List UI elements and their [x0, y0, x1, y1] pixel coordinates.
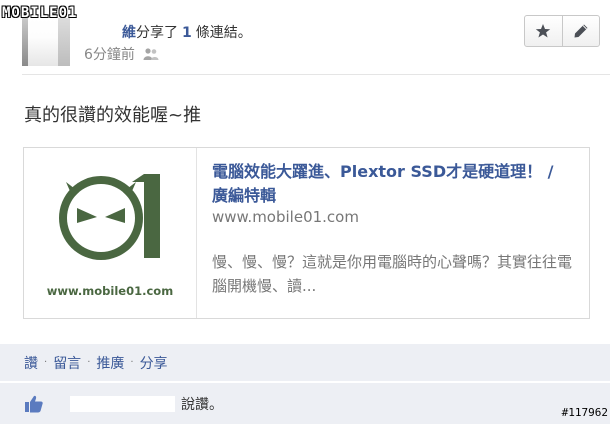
separator-dot: · [130, 357, 134, 368]
edit-button[interactable] [561, 16, 600, 46]
image-id-label: #117962 [561, 406, 608, 419]
post-meta: 6分鐘前 [84, 44, 159, 64]
link-count[interactable]: 1 [178, 25, 196, 41]
avatar[interactable] [22, 18, 70, 66]
link-domain: www.mobile01.com [212, 208, 359, 226]
share-verb: 分享了 [136, 25, 178, 41]
friends-icon [143, 48, 159, 60]
separator-dot: · [87, 357, 91, 368]
author-name[interactable]: 維 [122, 25, 136, 41]
likes-bar: 說讚。 [0, 383, 610, 424]
link-title[interactable]: 電腦效能大躍進、Plextor SSD才是硬道理！ / 廣編特輯 [212, 160, 572, 208]
thumbnail-caption: www.mobile01.com [46, 284, 174, 298]
pencil-icon [574, 24, 588, 38]
share-line: 維分享了 1 條連結。 [122, 22, 252, 42]
star-button[interactable] [525, 16, 562, 46]
mobile01-logo [59, 174, 160, 260]
timestamp[interactable]: 6分鐘前 [84, 44, 135, 64]
link-description: 慢、慢、慢？這就是你用電腦時的心聲嗎？其實往往電腦開機慢、讀... [212, 253, 573, 295]
like-link[interactable]: 讚 [24, 353, 38, 373]
star-icon [536, 24, 551, 38]
header-divider [22, 74, 610, 75]
link-preview-card[interactable]: www.mobile01.com 電腦效能大躍進、Plextor SSD才是硬道… [23, 147, 590, 319]
comment-link[interactable]: 留言 [53, 353, 81, 373]
promote-link[interactable]: 推廣 [96, 353, 124, 373]
action-bar: 讚 · 留言 · 推廣 · 分享 [0, 344, 610, 381]
likes-suffix: 說讚。 [181, 396, 223, 413]
post-body: 真的很讚的效能喔~推 [24, 105, 202, 126]
post-actions [524, 15, 600, 47]
separator-dot: · [44, 357, 48, 368]
liker-name[interactable] [70, 395, 175, 412]
thumbs-up-icon [25, 395, 43, 412]
share-object[interactable]: 條連結。 [196, 25, 252, 41]
link-thumbnail[interactable]: www.mobile01.com [24, 148, 197, 318]
share-link[interactable]: 分享 [140, 353, 168, 373]
